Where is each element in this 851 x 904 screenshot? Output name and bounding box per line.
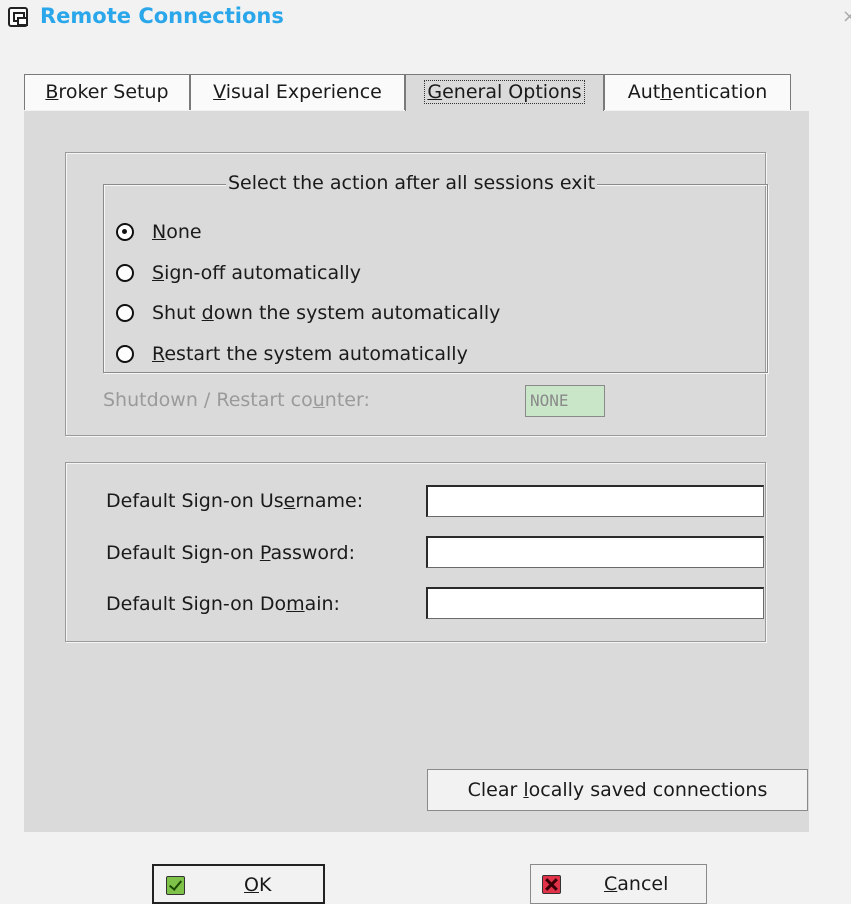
username-input[interactable] <box>426 485 764 517</box>
green-check-icon <box>166 876 185 895</box>
session-exit-group: Select the action after all sessions exi… <box>65 152 768 436</box>
radio-label: Restart the system automatically <box>152 343 468 365</box>
title-bar: Remote Connections × <box>0 0 851 40</box>
tab-visual-experience[interactable]: Visual Experience <box>190 74 405 110</box>
sign-on-group: Default Sign-on Username: Default Sign-o… <box>65 462 766 642</box>
radio-button[interactable] <box>116 264 134 282</box>
radio-button[interactable] <box>116 345 134 363</box>
radio-button[interactable] <box>116 304 134 322</box>
counter-label: Shutdown / Restart counter: <box>103 389 370 411</box>
radio-label: Shut down the system automatically <box>152 302 501 324</box>
password-label: Default Sign-on Password: <box>106 542 355 564</box>
radio-label: Sign-off automatically <box>152 262 361 284</box>
close-icon[interactable]: × <box>842 6 851 27</box>
clear-saved-connections-button[interactable]: Clear locally saved connections <box>427 769 808 811</box>
session-exit-fieldset: Select the action after all sessions exi… <box>103 172 768 373</box>
username-label: Default Sign-on Username: <box>106 490 364 512</box>
cancel-label: Cancel <box>604 873 669 895</box>
remote-connections-icon <box>8 7 28 27</box>
domain-label: Default Sign-on Domain: <box>106 593 340 615</box>
session-exit-legend: Select the action after all sessions exi… <box>226 172 598 194</box>
tab-general-options[interactable]: General Options <box>405 74 604 112</box>
counter-field: NONE <box>525 385 605 417</box>
cancel-button[interactable]: Cancel <box>530 864 707 904</box>
window-title: Remote Connections <box>40 4 284 28</box>
radio-button[interactable] <box>116 223 134 241</box>
red-x-icon <box>542 875 561 894</box>
tab-broker-setup[interactable]: Broker Setup <box>24 74 190 110</box>
radio-label: None <box>152 221 202 243</box>
ok-label: OK <box>244 874 272 896</box>
ok-button[interactable]: OK <box>152 864 325 904</box>
tab-authentication[interactable]: Authentication <box>604 74 791 110</box>
password-input[interactable] <box>426 536 764 568</box>
domain-input[interactable] <box>426 587 764 619</box>
general-options-panel: Select the action after all sessions exi… <box>24 111 809 832</box>
